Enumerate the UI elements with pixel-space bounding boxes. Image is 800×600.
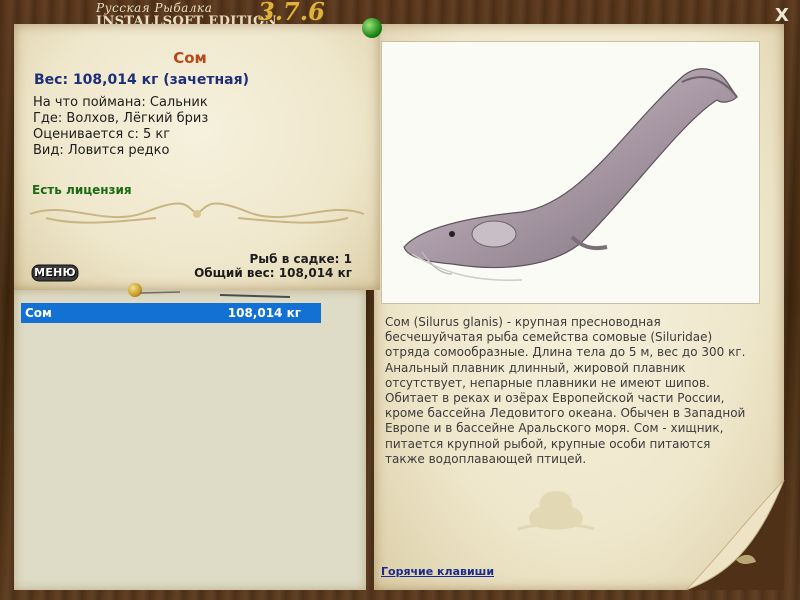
catch-list-panel: [14, 290, 366, 590]
green-pin-icon: [362, 18, 382, 38]
fish-description: Сом (Silurus glanis) - крупная пресновод…: [385, 315, 746, 466]
fish-silhouette-icon: [517, 491, 595, 531]
list-item[interactable]: Сом 108,014 кг: [21, 303, 321, 323]
list-item-weight: 108,014 кг: [227, 306, 301, 320]
logo-version: 3.7.6: [258, 0, 325, 26]
cage-total-weight: Общий вес: 108,014 кг: [194, 266, 352, 280]
list-item-name: Сом: [25, 306, 52, 320]
fish-photo-frame: [381, 41, 760, 304]
logo-title: Русская Рыбалка: [96, 1, 213, 15]
page-curl-corner: [686, 480, 785, 590]
fish-type: Вид: Ловится редко: [33, 143, 170, 158]
fish-location: Где: Волхов, Лёгкий бриз: [33, 111, 209, 126]
fish-name: Сом: [173, 49, 207, 67]
menu-button[interactable]: МЕНЮ: [33, 265, 77, 281]
cage-fish-count: Рыб в садке: 1: [249, 252, 353, 266]
close-button[interactable]: X: [772, 6, 792, 26]
fish-rated-from: Оценивается с: 5 кг: [33, 127, 171, 142]
fish-bait: На что поймана: Сальник: [33, 95, 208, 110]
fish-weight: Вес: 108,014 кг (зачетная): [34, 72, 249, 88]
ornament-divider: [29, 202, 365, 224]
needle-decoration: [140, 291, 291, 298]
license-status: Есть лицензия: [32, 183, 132, 197]
catfish-image: [403, 68, 738, 282]
hotkeys-link[interactable]: Горячие клавиши: [381, 565, 494, 578]
